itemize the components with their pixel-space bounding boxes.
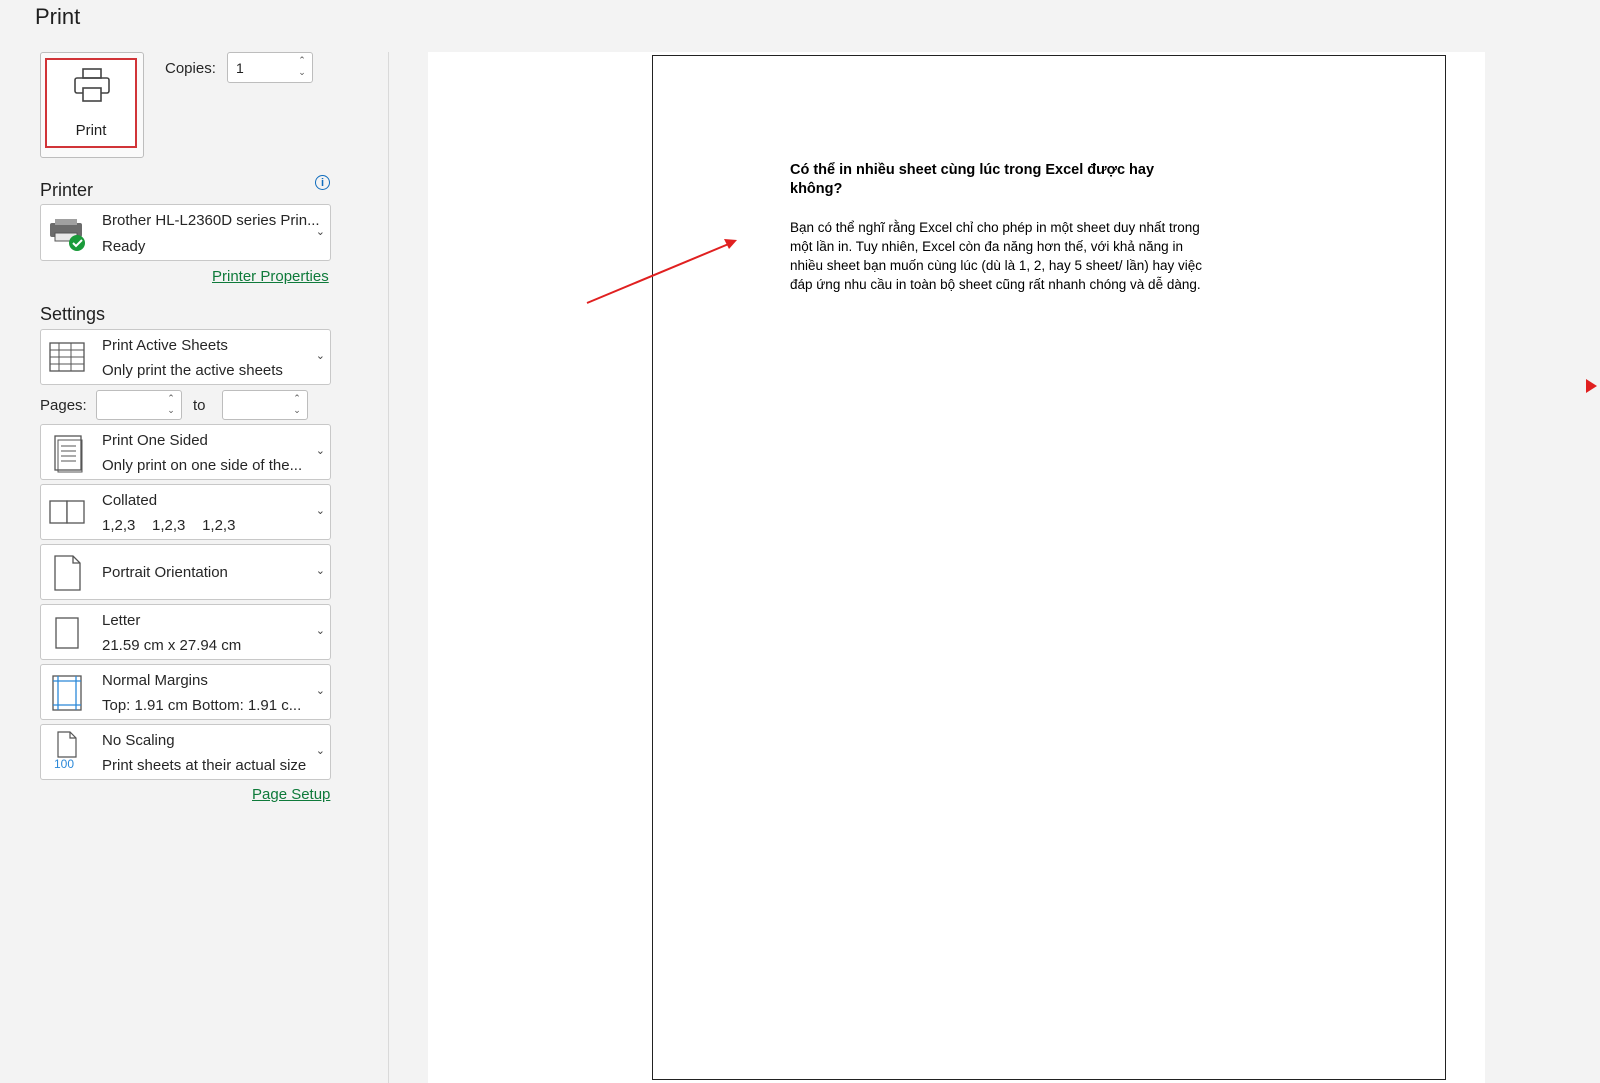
print-settings-pane: Print Print Copies: 1 ⌃ ⌄ Printer i Broth… [0,0,388,1083]
paper-size-title: Letter [102,612,141,629]
printer-dropdown[interactable]: Brother HL-L2360D series Prin... Ready ⌄ [40,204,331,261]
one-sided-title: Print One Sided [102,432,208,449]
chevron-up-icon[interactable]: ⌃ [167,393,175,403]
chevron-up-icon[interactable]: ⌃ [298,55,306,65]
active-sheets-title: Print Active Sheets [102,337,228,354]
chevron-up-icon[interactable]: ⌃ [293,393,301,403]
scaling-page-icon [57,731,77,758]
pages-to-arrows[interactable]: ⌃ ⌄ [292,392,302,416]
portrait-page-icon [54,555,81,591]
printer-status: Ready [102,238,146,255]
collated-subtitle: 1,2,3 1,2,3 1,2,3 [102,517,236,534]
print-button-highlight: Print [45,58,137,148]
preview-heading: Có thể in nhiều sheet cùng lúc trong Exc… [790,162,1155,197]
page-title: Print [35,4,81,29]
chevron-down-icon[interactable]: ⌄ [293,405,301,415]
next-page-arrow-icon[interactable] [1586,379,1597,393]
pane-divider [388,52,389,1083]
margins-subtitle: Top: 1.91 cm Bottom: 1.91 c... [102,697,302,714]
chevron-down-icon: ⌄ [315,565,325,577]
chevron-down-icon: ⌄ [315,505,325,517]
scaling-icon-text: 100 [54,757,75,771]
pages-to-stepper[interactable]: ⌃ ⌄ [222,390,308,420]
pages-from-arrows[interactable]: ⌃ ⌄ [166,392,176,416]
sheets-grid-icon [49,342,85,372]
chevron-down-icon: ⌄ [315,745,325,757]
pages-to-label: to [193,397,206,414]
page-setup-link[interactable]: Page Setup [252,786,330,803]
settings-heading: Settings [40,304,106,324]
print-active-sheets-dropdown[interactable]: Print Active Sheets Only print the activ… [40,329,331,385]
scaling-title: No Scaling [102,732,175,749]
margins-dropdown[interactable]: Normal Margins Top: 1.91 cm Bottom: 1.91… [40,664,331,720]
printer-properties-link[interactable]: Printer Properties [212,268,329,285]
scaling-subtitle: Print sheets at their actual size [102,757,307,774]
collated-icon [49,500,85,524]
orientation-title: Portrait Orientation [102,564,228,581]
printer-icon [74,68,110,102]
orientation-dropdown[interactable]: Portrait Orientation ⌄ [40,544,331,600]
active-sheets-subtitle: Only print the active sheets [102,362,283,379]
chevron-down-icon: ⌄ [315,226,325,238]
chevron-down-icon: ⌄ [315,445,325,457]
one-sided-subtitle: Only print on one side of the... [102,457,303,474]
chevron-down-icon[interactable]: ⌄ [298,67,306,77]
collated-dropdown[interactable]: Collated 1,2,3 1,2,3 1,2,3 ⌄ [40,484,331,540]
preview-body: Bạn có thể nghĩ rằng Excel chỉ cho phép … [790,220,1203,292]
margins-title: Normal Margins [102,672,208,689]
scaling-dropdown[interactable]: 100 No Scaling Print sheets at their act… [40,724,331,780]
print-one-sided-dropdown[interactable]: Print One Sided Only print on one side o… [40,424,331,480]
preview-page: Có thể in nhiều sheet cùng lúc trong Exc… [652,55,1446,1080]
margins-icon [52,675,82,711]
copies-stepper[interactable]: 1 ⌃ ⌄ [227,52,313,83]
chevron-down-icon[interactable]: ⌄ [167,405,175,415]
copies-label: Copies: [165,60,216,77]
print-button[interactable]: Print [40,52,144,158]
chevron-down-icon: ⌄ [315,350,325,362]
printer-ready-icon [50,219,85,251]
paper-size-subtitle: 21.59 cm x 27.94 cm [102,637,242,654]
printer-name: Brother HL-L2360D series Prin... [102,212,320,229]
info-icon[interactable]: i [315,175,330,190]
scaling-icon: 100 [47,731,87,771]
pages-from-stepper[interactable]: ⌃ ⌄ [96,390,182,420]
copies-stepper-arrows[interactable]: ⌃ ⌄ [297,54,307,78]
collated-title: Collated [102,492,158,509]
print-button-label: Print [75,122,107,139]
chevron-down-icon: ⌄ [315,625,325,637]
paper-size-dropdown[interactable]: Letter 21.59 cm x 27.94 cm ⌄ [40,604,331,660]
printer-heading: Printer [40,180,94,200]
one-sided-page-icon [54,435,83,473]
pages-label: Pages: [40,397,87,414]
paper-size-icon [55,617,79,649]
copies-value: 1 [236,60,244,76]
chevron-down-icon: ⌄ [315,685,325,697]
